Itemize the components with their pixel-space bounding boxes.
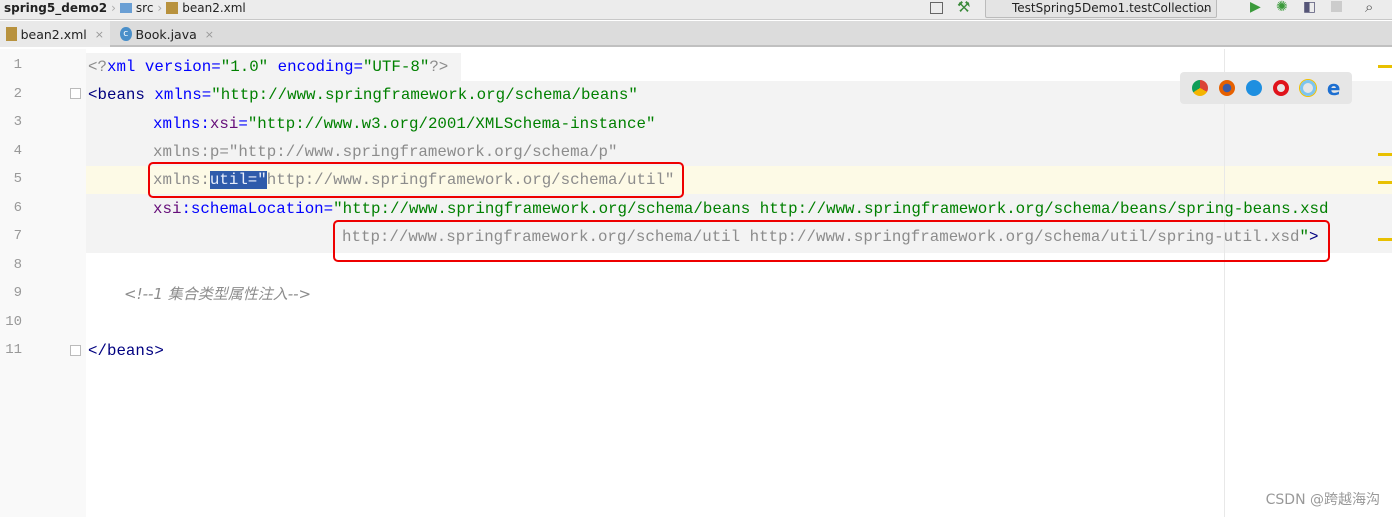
chevron-down-icon: ⌄ <box>1199 1 1210 15</box>
line-number: 10 <box>5 313 22 330</box>
warning-marker[interactable] <box>1378 181 1392 184</box>
navigation-bar: spring5_demo2 › src › bean2.xml ⚒ TestSpri… <box>0 0 1392 20</box>
run-icon[interactable]: ▶ <box>1250 0 1261 15</box>
code-editor[interactable]: <?xml version="1.0" encoding="UTF-8"?> <… <box>86 49 1392 517</box>
code-line-3: xmlns:xsi="http://www.w3.org/2001/XMLSch… <box>153 115 656 133</box>
tab-bean2-xml[interactable]: bean2.xml × <box>0 21 110 47</box>
stop-icon[interactable] <box>1331 1 1342 12</box>
right-margin-guide <box>1224 49 1225 517</box>
safari-icon[interactable] <box>1245 80 1262 96</box>
class-icon: c <box>120 27 132 41</box>
editor-tabs: bean2.xml × c Book.java × <box>0 21 1392 47</box>
line-number: 11 <box>5 342 22 358</box>
firefox-icon[interactable] <box>1218 80 1235 96</box>
run-config-label: TestSpring5Demo1.testCollection <box>1012 1 1212 15</box>
layout-icon[interactable] <box>930 2 943 14</box>
line-number: 8 <box>13 256 22 273</box>
annotation-box-util-schema-location <box>333 220 1330 262</box>
breadcrumb-src[interactable]: src <box>136 1 154 15</box>
line-number: 7 <box>13 228 22 244</box>
warning-marker[interactable] <box>1378 153 1392 156</box>
code-line-11: </beans> <box>88 342 164 360</box>
code-line-1: <?xml version="1.0" encoding="UTF-8"?> <box>88 58 449 76</box>
xml-file-icon <box>166 2 179 14</box>
line-number: 3 <box>13 114 22 130</box>
line-number: 2 <box>13 85 22 102</box>
close-icon[interactable]: × <box>95 28 104 41</box>
watermark: CSDN @跨越海沟 <box>1265 492 1380 508</box>
fold-icon[interactable] <box>70 345 81 356</box>
line-number: 5 <box>13 171 22 187</box>
run-configuration-select[interactable]: TestSpring5Demo1.testCollection ⌄ <box>985 0 1217 18</box>
breadcrumb-file[interactable]: bean2.xml <box>182 1 246 15</box>
line-number: 4 <box>13 142 22 159</box>
build-hammer-icon[interactable]: ⚒ <box>957 0 970 16</box>
debug-icon[interactable]: ✺ <box>1276 0 1288 15</box>
close-icon[interactable]: × <box>205 28 214 41</box>
xml-file-icon <box>6 27 17 41</box>
fold-icon[interactable] <box>70 88 81 99</box>
code-line-9-comment: <!--1 集合类型属性注入--> <box>124 285 312 303</box>
line-number: 9 <box>13 285 22 301</box>
tab-label: bean2.xml <box>20 26 87 42</box>
ie-icon[interactable] <box>1299 80 1316 96</box>
tab-label: Book.java <box>135 26 197 42</box>
breadcrumb: spring5_demo2 › src › bean2.xml <box>4 1 246 15</box>
line-number: 6 <box>13 199 22 216</box>
coverage-icon[interactable]: ◧ <box>1303 0 1316 15</box>
edge-icon[interactable]: e <box>1327 78 1341 98</box>
folder-icon <box>119 3 132 13</box>
breadcrumb-project[interactable]: spring5_demo2 <box>4 1 107 15</box>
code-line-6: xsi:schemaLocation="http://www.springfra… <box>153 200 1329 218</box>
tab-book-java[interactable]: c Book.java × <box>114 21 220 47</box>
warning-marker[interactable] <box>1378 65 1392 68</box>
browser-preview-bar: e <box>1180 72 1352 104</box>
search-icon[interactable]: ⌕ <box>1365 0 1373 16</box>
warning-marker[interactable] <box>1378 238 1392 241</box>
annotation-box-util-namespace <box>148 162 684 198</box>
opera-icon[interactable] <box>1272 80 1289 96</box>
code-line-2: <beans xmlns="http://www.springframework… <box>88 86 638 104</box>
chrome-icon[interactable] <box>1191 80 1208 96</box>
line-number: 1 <box>13 57 22 73</box>
